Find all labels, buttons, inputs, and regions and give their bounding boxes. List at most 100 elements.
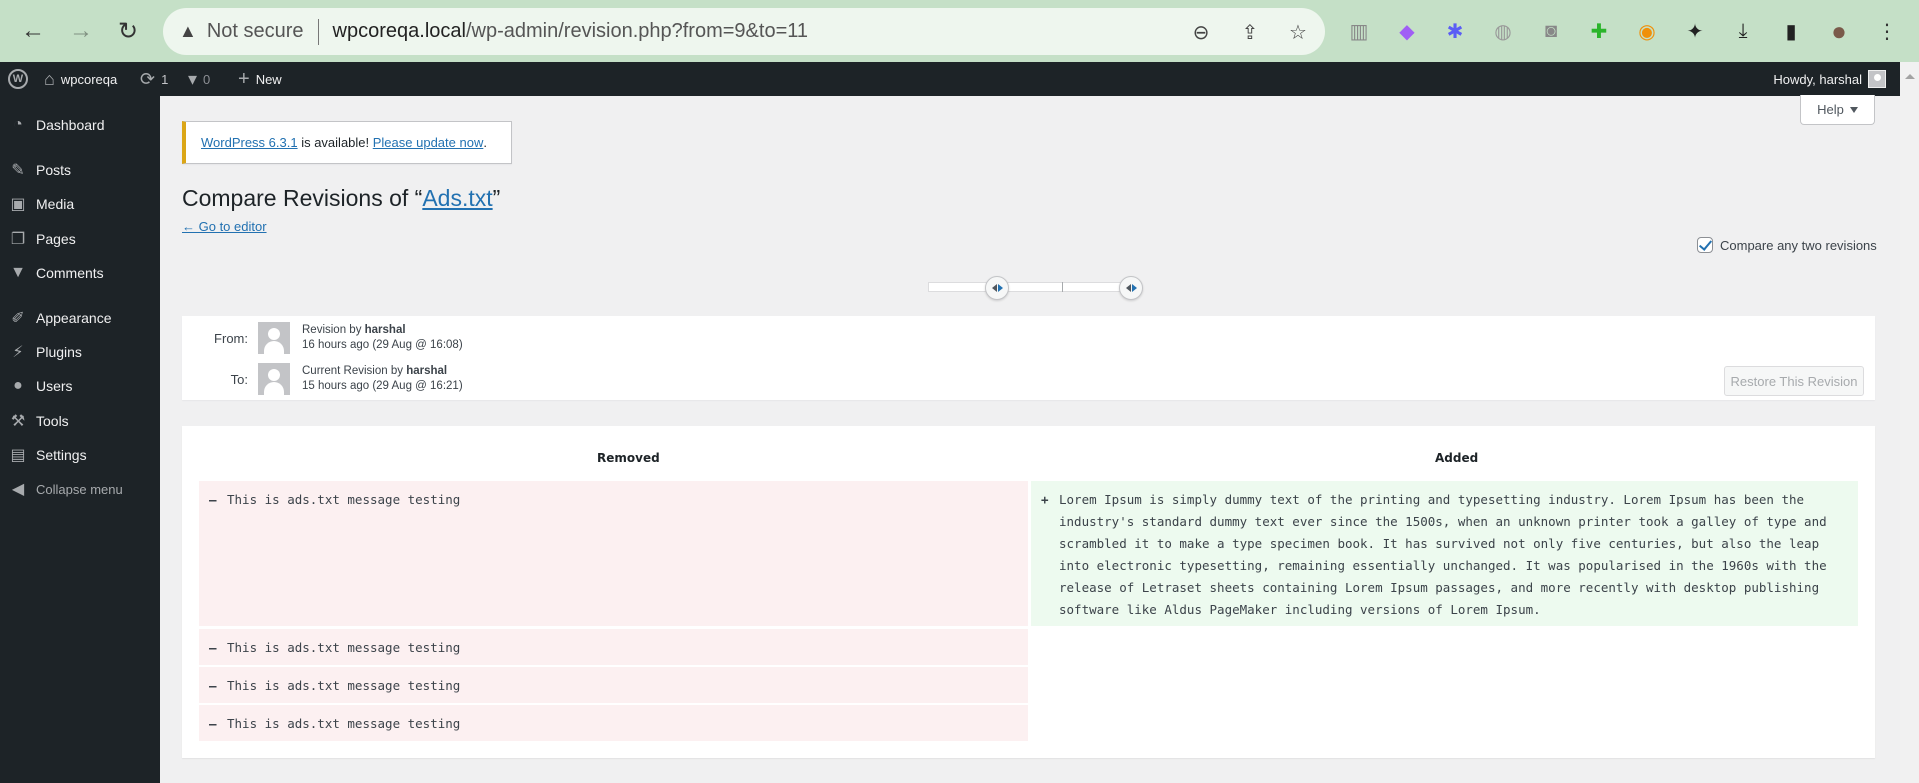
sidebar-item-media[interactable]: ▣ Media — [0, 187, 160, 221]
add-page-extension-icon[interactable]: ✚ — [1585, 17, 1613, 45]
wordpress-logo-icon: W — [8, 69, 28, 89]
page-title: Compare Revisions of “Ads.txt” — [182, 185, 500, 212]
new-content-link[interactable]: + New — [238, 62, 282, 96]
extension-icon-3[interactable]: ✱ — [1441, 17, 1469, 45]
sidebar-item-tools[interactable]: ⚒ Tools — [0, 404, 160, 438]
to-revision-info: To: Current Revision by harshal 15 hours… — [182, 362, 463, 396]
compare-two-revisions-toggle[interactable]: Compare any two revisions — [1697, 237, 1877, 253]
minus-icon: – — [209, 716, 217, 731]
scroll-up-arrow-icon[interactable] — [1905, 74, 1915, 79]
from-revision-handle[interactable] — [985, 276, 1009, 300]
sidebar-item-appearance[interactable]: ✐ Appearance — [0, 301, 160, 335]
my-account-menu[interactable]: Howdy, harshal — [1773, 62, 1886, 96]
restore-revision-button[interactable]: Restore This Revision — [1724, 366, 1864, 396]
warning-icon: ▲ — [179, 21, 197, 41]
sidebar-item-posts[interactable]: ✎ Posts — [0, 153, 160, 187]
plus-icon: + — [1041, 492, 1049, 507]
sidebar-item-users[interactable]: ● Users — [0, 369, 160, 403]
revisions-slider-track[interactable] — [928, 282, 1138, 292]
reload-icon: ↻ — [117, 17, 139, 45]
share-icon[interactable]: ⇪ — [1236, 18, 1264, 46]
admin-sidebar: ◔ Dashboard ✎ Posts ▣ Media ❐ Pages ▼ Comment… — [0, 96, 160, 783]
security-status[interactable]: Not secure — [207, 20, 304, 43]
sidebar-item-settings[interactable]: ▤ Settings — [0, 438, 160, 472]
to-label: To: — [230, 371, 248, 387]
update-now-link[interactable]: Please update now — [373, 135, 484, 150]
comments-icon: ▼ — [10, 264, 26, 281]
camera-extension-icon[interactable]: ◙ — [1537, 17, 1565, 45]
bookmark-star-icon[interactable]: ☆ — [1284, 18, 1312, 46]
sidebar-item-label: Posts — [36, 162, 72, 178]
browser-toolbar: ← → ↻ ▲ Not secure wpcoreqa.local/wp-adm… — [0, 0, 1919, 62]
sidebar-item-pages[interactable]: ❐ Pages — [0, 222, 160, 256]
go-to-editor-link[interactable]: ← Go to editor — [182, 219, 267, 234]
globe-extension-icon[interactable]: ◍ — [1489, 17, 1517, 45]
help-tab-button[interactable]: Help — [1800, 95, 1875, 125]
back-button[interactable]: ← — [16, 14, 50, 48]
download-icon[interactable]: ⤓ — [1729, 17, 1757, 45]
author-name: harshal — [406, 365, 448, 377]
sidebar-item-label: Collapse menu — [36, 481, 123, 497]
extension-icon-2[interactable]: ◆ — [1393, 17, 1421, 45]
title-prefix: Compare Revisions of “ — [182, 185, 423, 211]
author-name: harshal — [364, 324, 406, 336]
sidebar-item-plugins[interactable]: ⚡ Plugins — [0, 335, 160, 369]
added-line-text: Lorem Ipsum is simply dummy text of the … — [1059, 492, 1835, 617]
site-name: wpcoreqa — [60, 71, 118, 87]
author-avatar — [258, 322, 290, 354]
howdy-text: Howdy, harshal — [1773, 71, 1862, 87]
sidebar-item-comments[interactable]: ▼ Comments — [0, 256, 160, 290]
forward-button[interactable]: → — [64, 14, 98, 48]
diff-added-line: + Lorem Ipsum is simply dummy text of th… — [1031, 481, 1858, 626]
collapse-menu-button[interactable]: ◀ Collapse menu — [0, 472, 160, 506]
side-panel-icon[interactable]: ▮ — [1777, 17, 1805, 45]
address-bar[interactable]: ▲ Not secure wpcoreqa.local/wp-admin/rev… — [163, 8, 1325, 55]
update-notice: WordPress 6.3.1 is available! Please upd… — [182, 121, 512, 164]
removed-line-text: This is ads.txt message testing — [227, 492, 461, 507]
sidebar-item-dashboard[interactable]: ◔ Dashboard — [0, 108, 160, 142]
url-text[interactable]: wpcoreqa.local/wp-admin/revision.php?fro… — [333, 20, 808, 43]
sidebar-item-label: Appearance — [36, 310, 112, 326]
url-host: wpcoreqa.local — [332, 20, 466, 42]
minus-icon: – — [209, 640, 217, 655]
caret-down-icon — [1849, 106, 1858, 113]
puzzle-extensions-icon[interactable]: ✦ — [1681, 17, 1709, 45]
compare-two-checkbox[interactable] — [1697, 237, 1713, 253]
updates-icon: ⟳ — [140, 68, 156, 89]
collapse-arrow-icon: ◀ — [11, 481, 25, 498]
extension-icon-1[interactable]: ▥ — [1345, 17, 1373, 45]
updates-count: 1 — [161, 71, 169, 87]
menu-kebab-icon[interactable]: ⋮ — [1873, 17, 1901, 45]
byline-prefix: Revision by — [302, 324, 365, 336]
help-label: Help — [1817, 102, 1844, 117]
updates-link[interactable]: ⟳ 1 — [140, 62, 168, 96]
wp-logo-menu[interactable]: W — [8, 62, 28, 96]
removed-line-text: This is ads.txt message testing — [227, 716, 461, 731]
removed-line-text: This is ads.txt message testing — [227, 678, 461, 693]
comment-bubble-icon: ▾ — [188, 68, 198, 89]
users-icon: ● — [13, 377, 23, 394]
zoom-out-icon[interactable]: ⊖ — [1187, 18, 1215, 46]
post-title-link[interactable]: Ads.txt — [422, 185, 492, 211]
home-icon: ⌂ — [44, 68, 55, 89]
plus-icon: + — [238, 67, 250, 90]
comments-link[interactable]: ▾ 0 — [188, 62, 210, 96]
compare-two-label: Compare any two revisions — [1720, 237, 1877, 253]
media-icon: ▣ — [10, 196, 26, 213]
site-name-link[interactable]: ⌂ wpcoreqa — [44, 62, 117, 96]
from-label: From: — [214, 330, 248, 346]
to-revision-handle[interactable] — [1119, 276, 1143, 300]
profile-avatar[interactable]: ● — [1825, 16, 1853, 46]
revision-meta: From: Revision by harshal 16 hours ago (… — [182, 316, 1875, 400]
page-scrollbar[interactable] — [1900, 62, 1919, 783]
plugin-icon: ⚡ — [12, 344, 24, 361]
wordpress-version-link[interactable]: WordPress 6.3.1 — [201, 135, 298, 150]
sidebar-item-label: Users — [36, 378, 73, 394]
camera-recorder-extension-icon[interactable]: ◉ — [1633, 17, 1661, 45]
diff-removed-line: – This is ads.txt message testing — [199, 705, 1028, 741]
byline-prefix: Current Revision by — [302, 365, 407, 377]
reload-button[interactable]: ↻ — [111, 14, 145, 48]
diff-removed-line: – This is ads.txt message testing — [199, 667, 1028, 703]
sidebar-item-label: Pages — [36, 231, 76, 247]
dashboard-icon: ◔ — [13, 116, 23, 133]
